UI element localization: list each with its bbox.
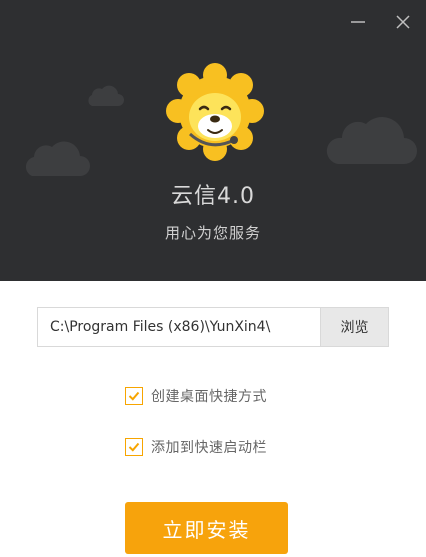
lion-mascot-icon [166,63,264,161]
install-path-input[interactable] [38,308,320,346]
minimize-icon [351,21,365,23]
add-quick-launch-option[interactable]: 添加到快速启动栏 [125,437,267,457]
cloud-decoration [326,117,417,164]
option-label: 创建桌面快捷方式 [151,389,267,405]
cloud-decoration [25,141,90,176]
checkmark-icon [128,391,140,401]
create-desktop-shortcut-option[interactable]: 创建桌面快捷方式 [125,386,267,406]
app-title: 云信4.0 [171,184,255,209]
option-label: 添加到快速启动栏 [151,440,267,456]
header-banner: 云信4.0 用心为您服务 [0,0,426,281]
quick-launch-checkbox[interactable] [125,438,143,456]
close-button[interactable] [391,10,415,34]
desktop-shortcut-checkbox[interactable] [125,387,143,405]
app-slogan: 用心为您服务 [164,224,261,242]
close-icon [396,15,410,29]
minimize-button[interactable] [346,10,370,34]
browse-button[interactable]: 浏览 [320,308,388,346]
install-now-button[interactable]: 立即安装 [125,502,288,554]
install-path-box: 浏览 [37,307,389,347]
cloud-decoration [88,85,124,106]
checkmark-icon [128,442,140,452]
